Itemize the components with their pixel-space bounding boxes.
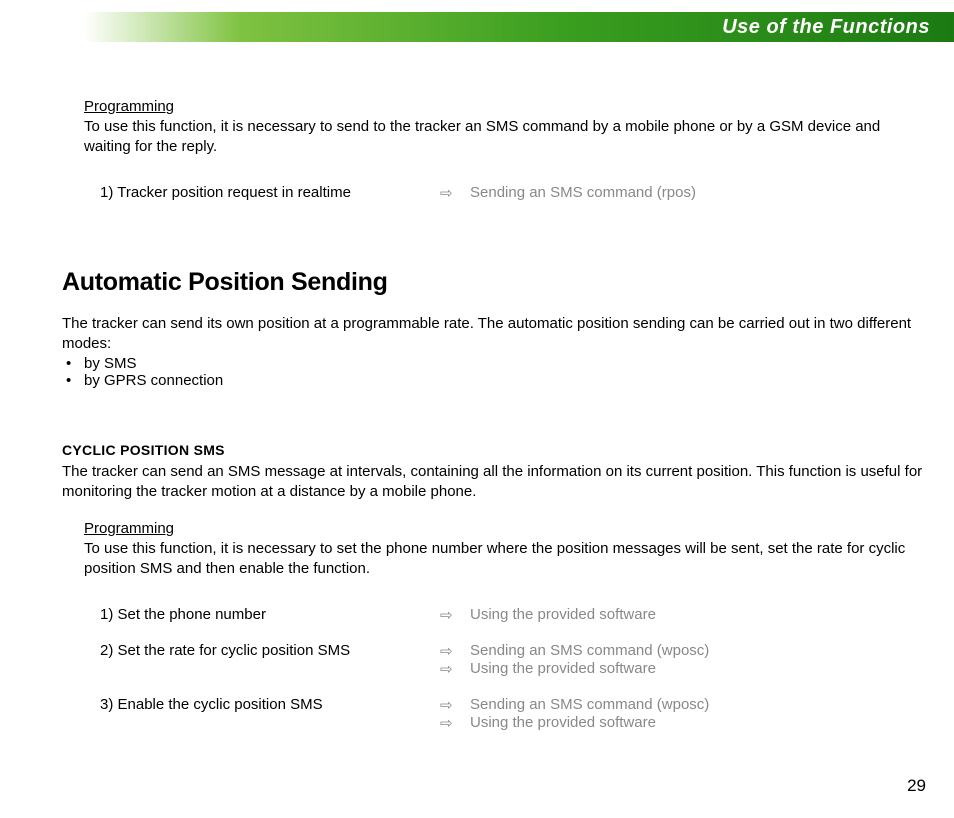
arrow-icon: ⇨ — [440, 696, 470, 714]
step-right: Using the provided software — [470, 606, 930, 623]
step-left: 1) Tracker position request in realtime — [100, 184, 440, 201]
intro-block: The tracker can send its own position at… — [62, 314, 930, 389]
step-row: 3) Enable the cyclic position SMS ⇨ Send… — [100, 696, 930, 732]
step-left: 3) Enable the cyclic position SMS — [100, 696, 440, 713]
sub-heading: CYCLIC POSITION SMS — [62, 442, 930, 458]
programming-block-2: Programming To use this function, it is … — [84, 520, 930, 580]
step-right: Sending an SMS command (wposc) — [470, 696, 930, 713]
header-bar: Use of the Functions — [84, 12, 954, 42]
section-heading: Automatic Position Sending — [62, 268, 930, 297]
programming-text: To use this function, it is necessary to… — [84, 117, 930, 158]
header-title: Use of the Functions — [722, 16, 930, 39]
step-right: Sending an SMS command (wposc) — [470, 642, 930, 659]
arrow-icon: ⇨ — [440, 660, 470, 678]
step-row: 1) Set the phone number ⇨ Using the prov… — [100, 606, 930, 624]
step-row: 1) Tracker position request in realtime … — [100, 184, 930, 202]
arrow-icon: ⇨ — [440, 714, 470, 732]
bullet-item: by SMS — [84, 355, 930, 372]
arrow-icon: ⇨ — [440, 184, 470, 202]
page-number: 29 — [907, 776, 926, 796]
arrow-icon: ⇨ — [440, 606, 470, 624]
step-left: 1) Set the phone number — [100, 606, 440, 623]
programming-label: Programming — [84, 98, 930, 115]
step-block-2: 1) Set the phone number ⇨ Using the prov… — [100, 602, 930, 732]
programming-block-1: Programming To use this function, it is … — [84, 98, 930, 158]
step-left: 2) Set the rate for cyclic position SMS — [100, 642, 440, 659]
programming-text: To use this function, it is necessary to… — [84, 539, 930, 580]
subsection-block: CYCLIC POSITION SMS The tracker can send… — [62, 442, 930, 503]
step-block-1: 1) Tracker position request in realtime … — [100, 180, 930, 202]
step-right: Sending an SMS command (rpos) — [470, 184, 930, 201]
step-right: Using the provided software — [470, 714, 930, 731]
bullet-item: by GPRS connection — [84, 372, 930, 389]
section-heading-wrap: Automatic Position Sending — [62, 268, 930, 297]
intro-text: The tracker can send its own position at… — [62, 314, 930, 355]
arrow-icon: ⇨ — [440, 642, 470, 660]
step-row: 2) Set the rate for cyclic position SMS … — [100, 642, 930, 678]
page: Use of the Functions Programming To use … — [0, 0, 954, 818]
programming-label: Programming — [84, 520, 930, 537]
bullet-list: by SMS by GPRS connection — [62, 355, 930, 389]
step-right: Using the provided software — [470, 660, 930, 677]
sub-text: The tracker can send an SMS message at i… — [62, 462, 930, 503]
